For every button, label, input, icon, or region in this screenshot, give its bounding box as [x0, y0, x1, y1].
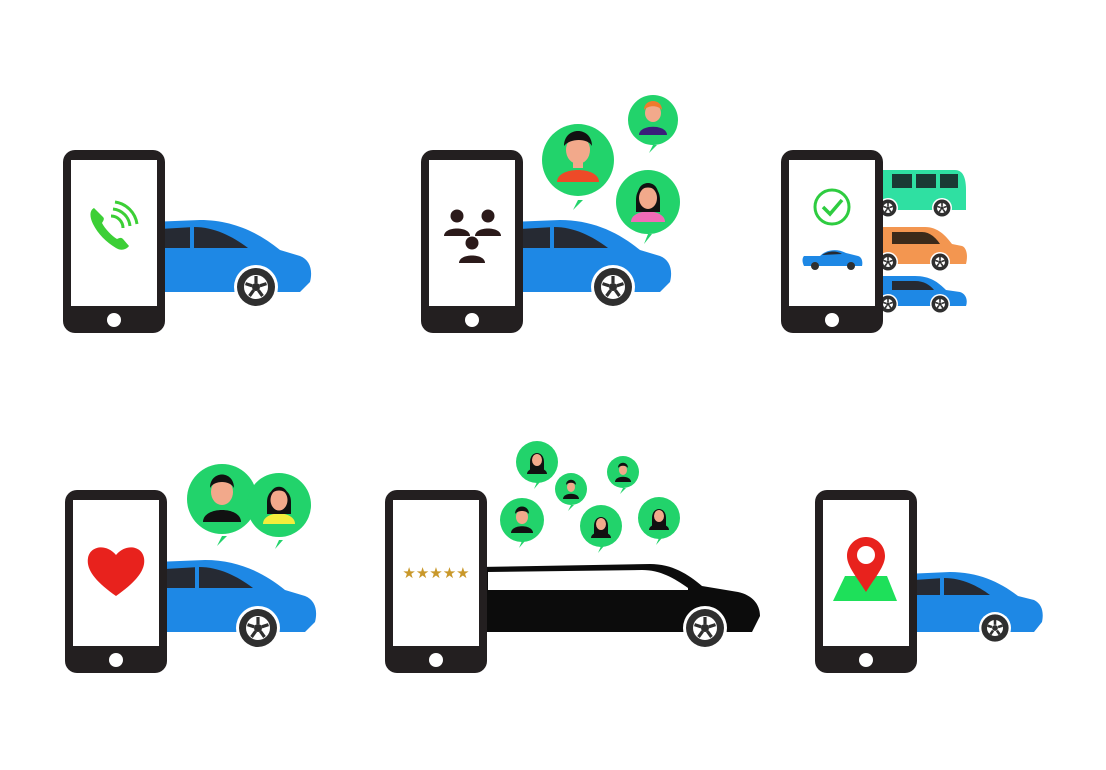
star-rating-icon: ★★★★★	[402, 564, 469, 582]
limousine	[478, 564, 760, 652]
panel-rate-limo: ★★★★★	[385, 441, 760, 673]
avatar-bubble	[607, 456, 639, 494]
panel-call-a-cab	[63, 150, 312, 333]
panel-choose-vehicle	[781, 150, 967, 333]
avatar-bubble	[628, 95, 678, 153]
blue-car	[905, 572, 1043, 646]
avatar-bubble	[247, 473, 311, 549]
teal-bus	[877, 170, 966, 219]
avatar-bubble	[516, 441, 558, 489]
blue-sedan	[877, 276, 967, 315]
orange-van	[877, 227, 967, 273]
panel-map-location	[815, 490, 1043, 673]
avatar-bubble	[580, 505, 622, 553]
illustration-canvas: ★★★★★	[63, 95, 1043, 673]
panel-ride-share	[421, 95, 680, 333]
smartphone	[781, 150, 883, 333]
avatar-bubble	[500, 498, 544, 548]
avatar-bubble	[542, 124, 614, 210]
avatar-bubble	[616, 170, 680, 244]
panel-favorite-drivers	[65, 464, 317, 673]
avatar-bubble	[187, 464, 257, 546]
blue-car	[150, 220, 312, 311]
avatar-bubble	[555, 473, 587, 511]
blue-car	[155, 560, 317, 652]
avatar-bubble	[638, 497, 680, 545]
